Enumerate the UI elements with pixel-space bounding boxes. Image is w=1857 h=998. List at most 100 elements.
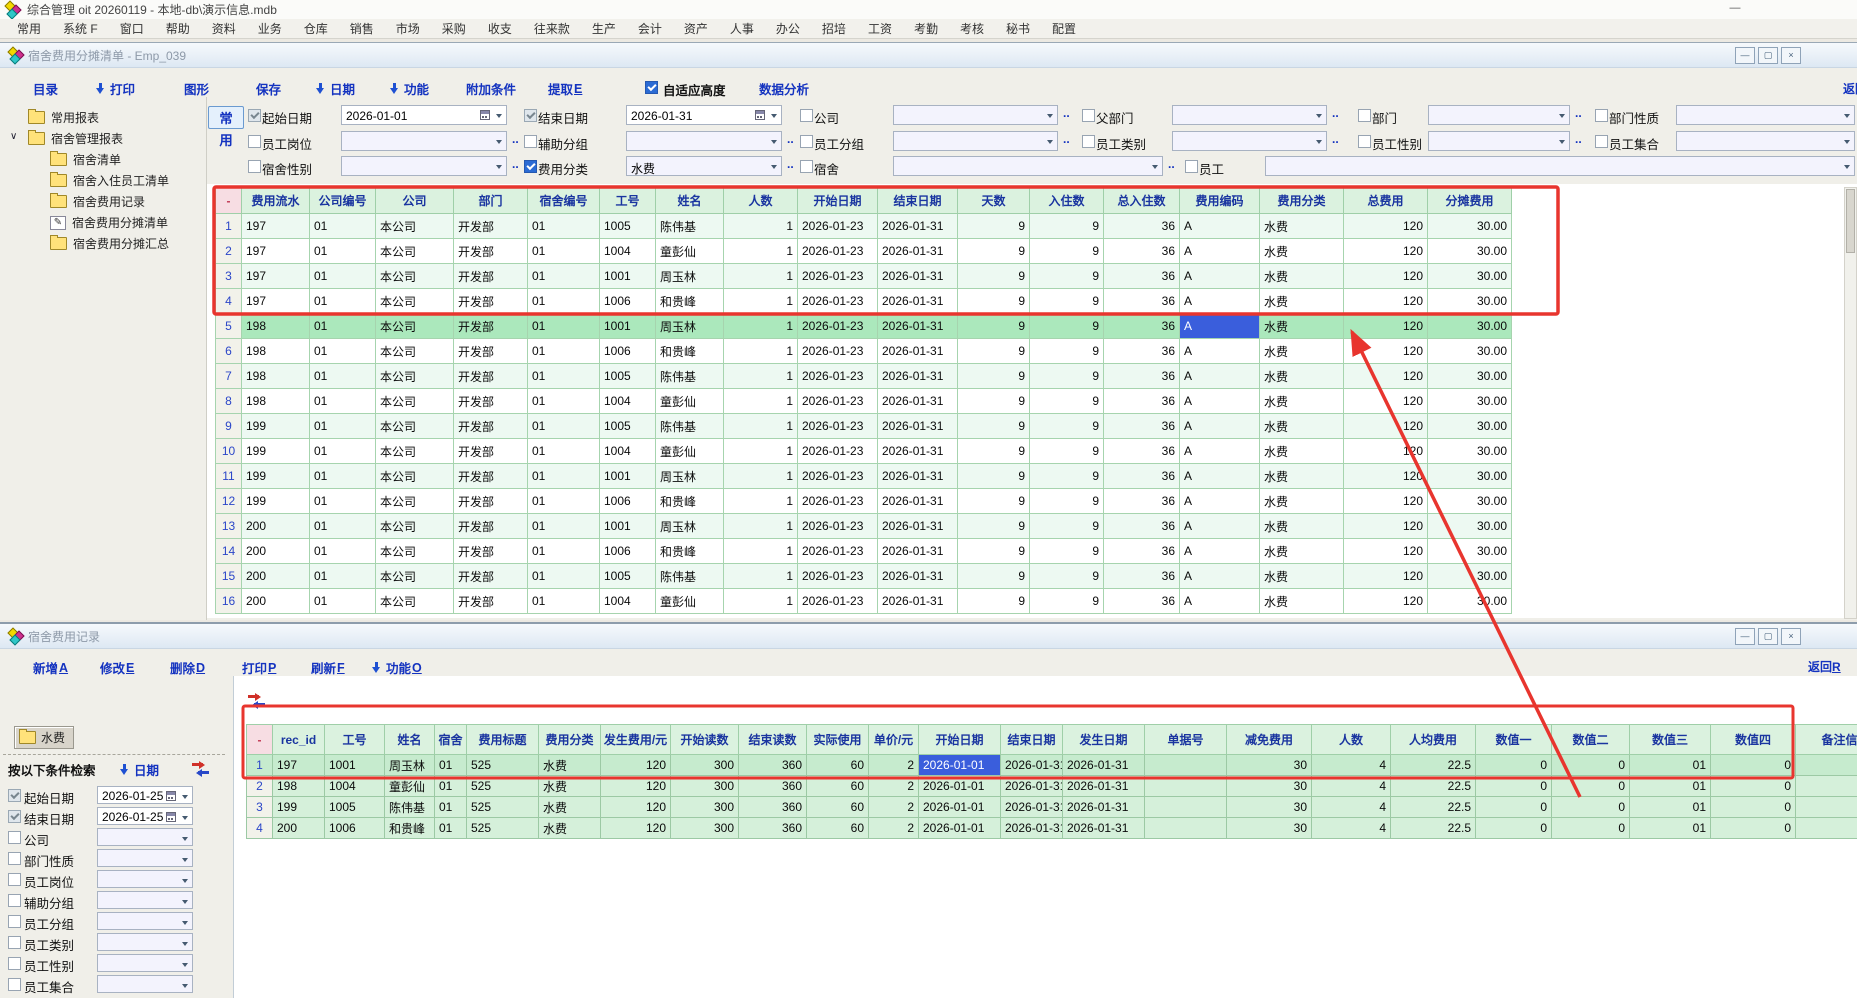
filter-field[interactable]: 2026-01-25	[97, 807, 193, 825]
cell[interactable]: 36	[1104, 564, 1180, 589]
cell[interactable]: 01	[528, 364, 600, 389]
category-tab-water[interactable]: 水费	[14, 726, 74, 749]
cell[interactable]: 周玉林	[385, 755, 435, 776]
cell[interactable]: 120	[601, 818, 671, 839]
cell[interactable]: 01	[528, 439, 600, 464]
cell[interactable]: 陈伟基	[656, 564, 724, 589]
cell[interactable]: 开发部	[454, 514, 528, 539]
cell[interactable]: 9	[1030, 314, 1104, 339]
row-number[interactable]: 13	[216, 514, 242, 539]
cell[interactable]: 9	[958, 439, 1030, 464]
column-header[interactable]: 入住数	[1030, 188, 1104, 214]
cell[interactable]: 2026-01-23	[798, 589, 878, 614]
cell[interactable]: 水费	[1260, 464, 1344, 489]
cell[interactable]: 2026-01-31	[1063, 776, 1145, 797]
cell[interactable]: 2026-01-01	[919, 797, 1001, 818]
menu-item-22[interactable]: 配置	[1041, 20, 1087, 37]
tree-item-1[interactable]: 宿舍管理报表	[28, 130, 123, 147]
cell[interactable]: 1	[724, 514, 798, 539]
cell[interactable]: 1004	[600, 389, 656, 414]
cell[interactable]: 童彭仙	[656, 439, 724, 464]
cell[interactable]: 2026-01-31	[1063, 818, 1145, 839]
cell[interactable]: 9	[958, 364, 1030, 389]
menu-item-2[interactable]: 窗口	[109, 20, 155, 37]
cell[interactable]: 01	[310, 439, 376, 464]
cell[interactable]: 30.00	[1428, 589, 1512, 614]
cell[interactable]: 197	[242, 289, 310, 314]
cell[interactable]: 2026-01-31	[878, 314, 958, 339]
filter-field[interactable]	[626, 131, 782, 151]
cell[interactable]: A	[1180, 589, 1260, 614]
row-number[interactable]: 12	[216, 489, 242, 514]
cell[interactable]	[1796, 755, 1857, 776]
cell[interactable]	[1796, 797, 1857, 818]
filter-checkbox[interactable]	[8, 915, 21, 928]
filter-checkbox[interactable]	[1082, 135, 1095, 148]
menu-item-7[interactable]: 销售	[339, 20, 385, 37]
cell[interactable]: 01	[435, 776, 467, 797]
panel-close-icon[interactable]: ×	[1781, 628, 1801, 645]
column-header[interactable]: 总入住数	[1104, 188, 1180, 214]
menu-item-11[interactable]: 往来款	[523, 20, 581, 37]
cell[interactable]: 2	[869, 818, 919, 839]
cell[interactable]: 01	[528, 239, 600, 264]
cell[interactable]: 2026-01-31	[878, 564, 958, 589]
cell[interactable]: 2026-01-23	[798, 264, 878, 289]
cell[interactable]: 0	[1552, 755, 1630, 776]
cell[interactable]: 9	[958, 264, 1030, 289]
filter-checkbox[interactable]	[800, 160, 813, 173]
cell[interactable]: 30.00	[1428, 264, 1512, 289]
cell[interactable]: 1005	[600, 414, 656, 439]
filter-field[interactable]: 水费	[626, 156, 782, 176]
cell[interactable]: 120	[1344, 539, 1428, 564]
cell[interactable]: 2026-01-31	[878, 464, 958, 489]
cell[interactable]: 1	[724, 264, 798, 289]
toolbar-button-6[interactable]: 附加条件	[466, 79, 516, 98]
toolbar-button-3[interactable]: 打印P	[242, 658, 276, 677]
column-header[interactable]: 单据号	[1145, 725, 1227, 755]
cell[interactable]: 童彭仙	[656, 589, 724, 614]
cell[interactable]: 1001	[600, 514, 656, 539]
cell[interactable]: 水费	[1260, 564, 1344, 589]
cell[interactable]: 01	[310, 489, 376, 514]
cell[interactable]: 1001	[600, 464, 656, 489]
cell[interactable]: 1006	[600, 339, 656, 364]
cell[interactable]: 01	[528, 264, 600, 289]
filter-field[interactable]: 2026-01-31	[626, 105, 782, 125]
cell[interactable]: 01	[528, 339, 600, 364]
cell[interactable]: 开发部	[454, 314, 528, 339]
cell[interactable]: 1004	[600, 589, 656, 614]
cell[interactable]: 120	[601, 755, 671, 776]
cell[interactable]: 开发部	[454, 264, 528, 289]
column-header[interactable]: 发生费用/元	[601, 725, 671, 755]
cell[interactable]: 22.5	[1391, 755, 1476, 776]
cell[interactable]	[1145, 818, 1227, 839]
cell[interactable]: 开发部	[454, 389, 528, 414]
table-row[interactable]: 1019901本公司开发部011004童彭仙12026-01-232026-01…	[216, 439, 1512, 464]
cell[interactable]: 01	[1630, 818, 1711, 839]
cell[interactable]: 9	[1030, 414, 1104, 439]
row-number[interactable]: 14	[216, 539, 242, 564]
cell[interactable]: 0	[1476, 818, 1552, 839]
filter-checkbox[interactable]	[8, 936, 21, 949]
cell[interactable]: 01	[435, 755, 467, 776]
cell[interactable]: A	[1180, 239, 1260, 264]
collapse-chevron-icon[interactable]: ∨	[10, 131, 17, 142]
cell[interactable]: 360	[739, 755, 807, 776]
cell[interactable]: A	[1180, 339, 1260, 364]
cell[interactable]: 2026-01-31	[1063, 797, 1145, 818]
filter-field[interactable]	[893, 105, 1058, 125]
cell[interactable]: 01	[310, 464, 376, 489]
column-header[interactable]: 数值三	[1630, 725, 1711, 755]
cell[interactable]: 2026-01-31	[878, 414, 958, 439]
cell[interactable]: 2026-01-01	[919, 818, 1001, 839]
cell[interactable]: 9	[1030, 289, 1104, 314]
corner-header-cell[interactable]: -	[247, 725, 273, 755]
menu-item-17[interactable]: 招培	[811, 20, 857, 37]
cell[interactable]: 30.00	[1428, 389, 1512, 414]
cell[interactable]: 2026-01-31	[878, 539, 958, 564]
cell[interactable]: 0	[1711, 776, 1796, 797]
cell[interactable]: 01	[528, 464, 600, 489]
row-number[interactable]: 11	[216, 464, 242, 489]
cell[interactable]: A	[1180, 414, 1260, 439]
